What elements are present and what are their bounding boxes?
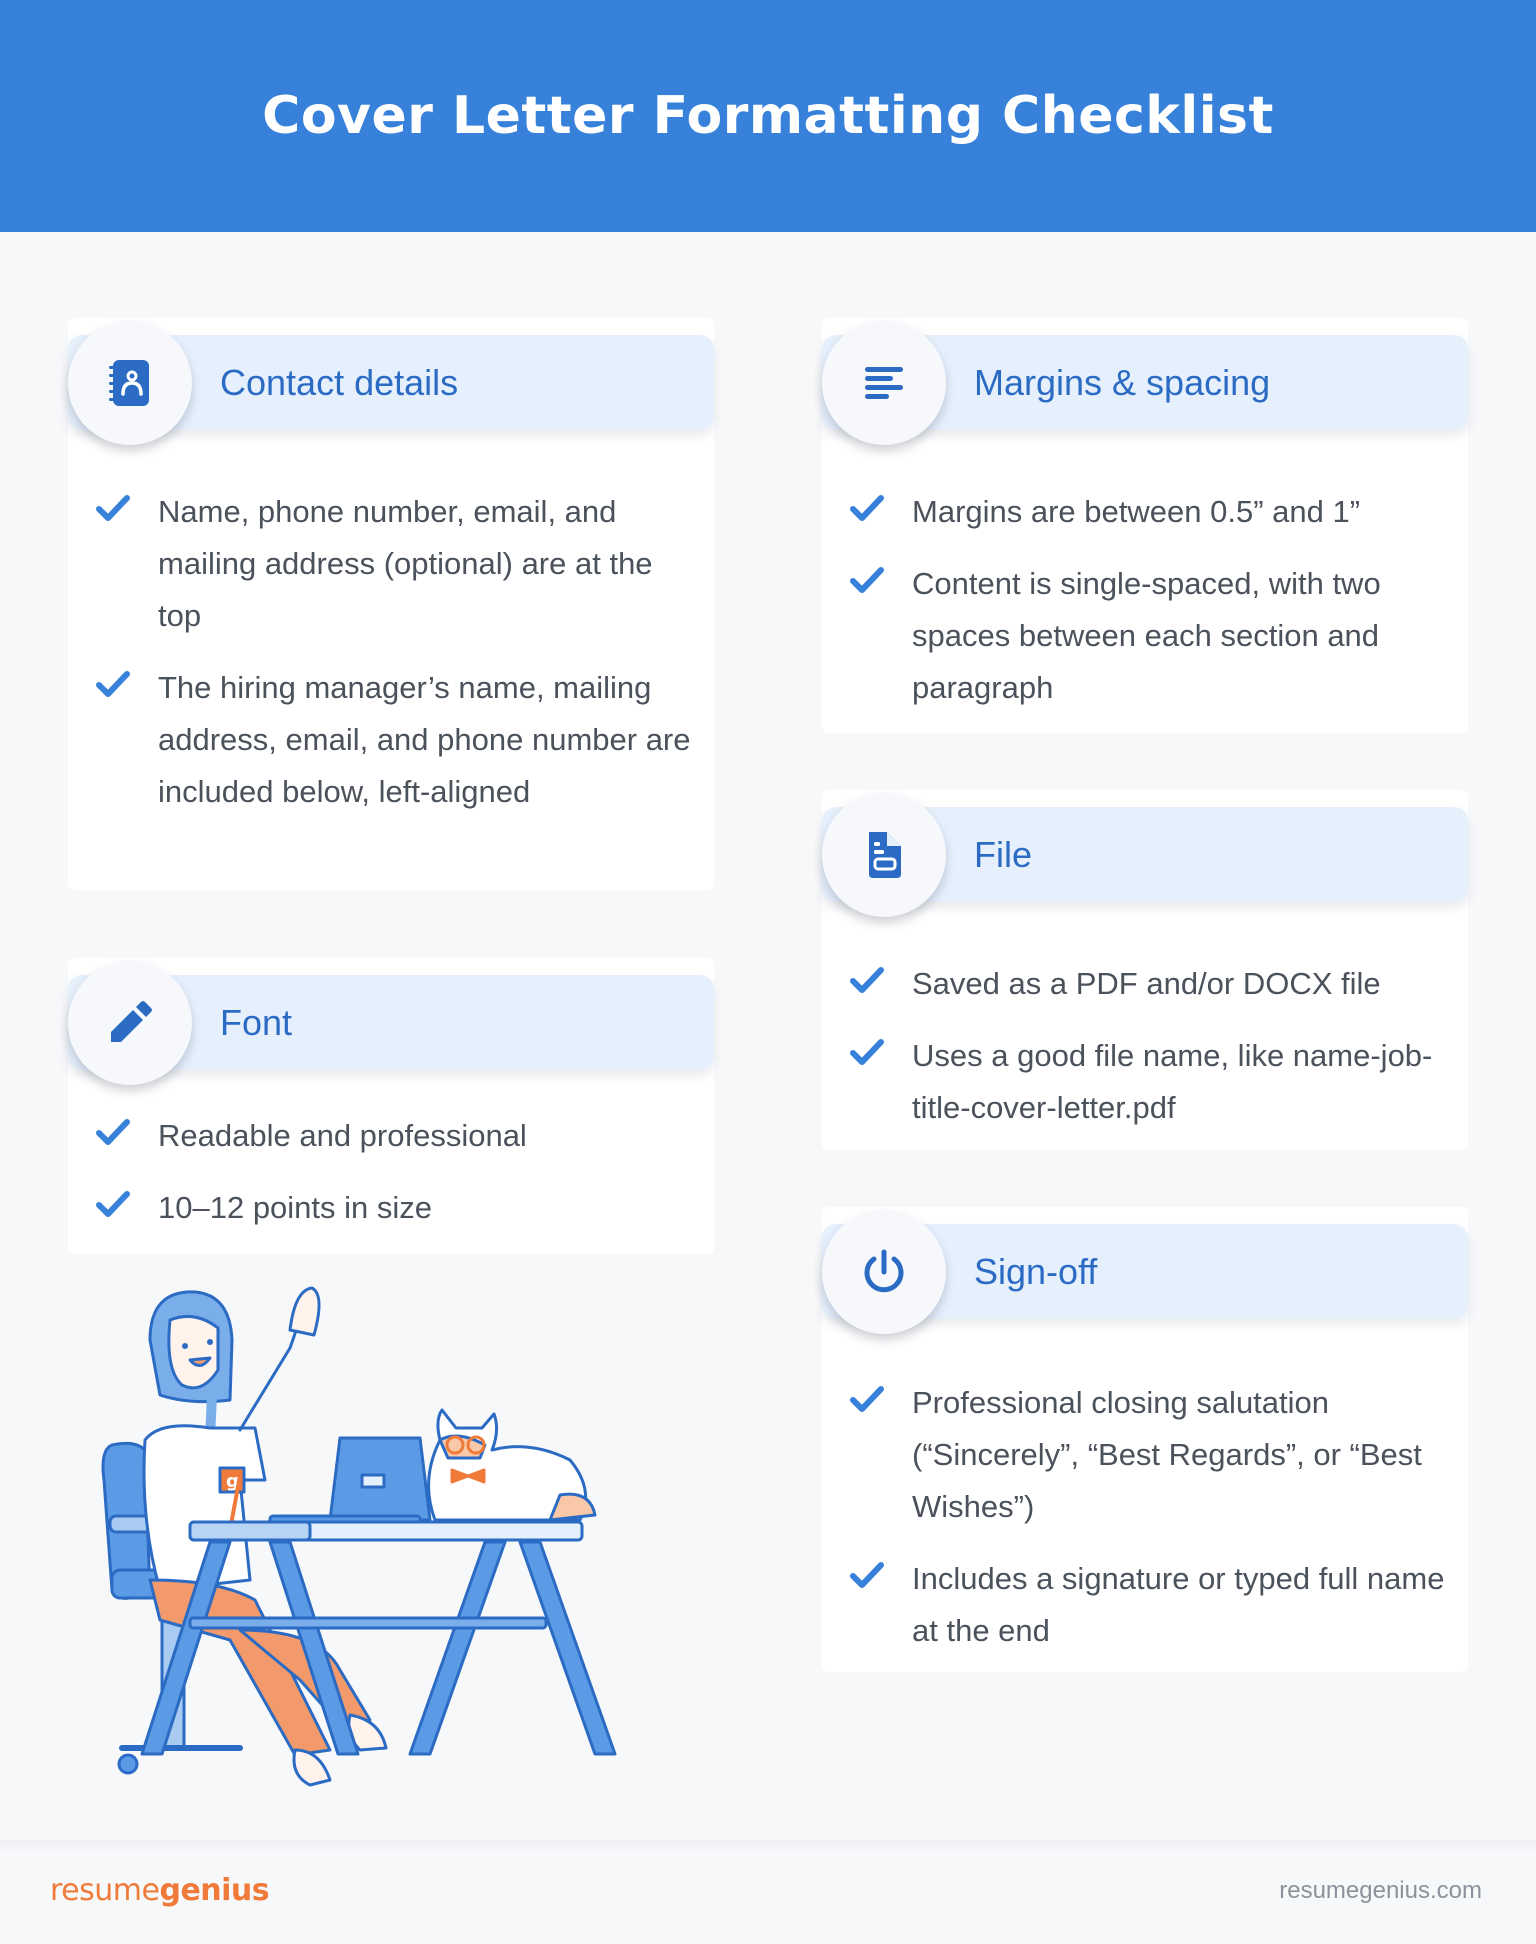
- header-banner: Cover Letter Formatting Checklist: [0, 0, 1536, 232]
- checklist-item: Professional closing salutation (“Sincer…: [850, 1377, 1448, 1533]
- illustration-woman-at-desk: g: [101, 1286, 617, 1787]
- section-title: Sign-off: [974, 1251, 1098, 1292]
- checkmark-icon: [96, 1191, 130, 1217]
- brand-logo: resumegenius: [50, 1873, 270, 1908]
- checkmark-icon: [850, 495, 884, 521]
- checklist: Readable and professional 10–12 points i…: [96, 1110, 694, 1254]
- checklist-item: Readable and professional: [96, 1110, 694, 1162]
- pencil-icon: [111, 1001, 152, 1042]
- section-sign-off: Sign-off Professional closing salutation…: [822, 1207, 1468, 1672]
- checklist: Professional closing salutation (“Sincer…: [850, 1377, 1448, 1677]
- icon-badge: [68, 961, 192, 1085]
- section-file: File Saved as a PDF and/or DOCX file Use…: [822, 790, 1468, 1150]
- checkmark-icon: [850, 967, 884, 993]
- section-title: Margins & spacing: [974, 362, 1271, 403]
- page-title: Cover Letter Formatting Checklist: [262, 86, 1274, 146]
- checklist-item: Margins are between 0.5” and 1”: [850, 486, 1448, 538]
- section-title: File: [974, 834, 1033, 875]
- checkmark-icon: [850, 567, 884, 593]
- checkmark-icon: [96, 495, 130, 521]
- footer-divider: [0, 1840, 1536, 1852]
- section-title: Contact details: [220, 362, 459, 403]
- desk-illustration: [140, 1520, 617, 1756]
- checklist-item: Name, phone number, email, and mailing a…: [96, 486, 694, 642]
- icon-badge: [822, 793, 946, 917]
- checkmark-icon: [96, 1119, 130, 1145]
- brand-logo-bold: genius: [159, 1873, 270, 1908]
- align-left-icon: [865, 367, 903, 399]
- icon-badge: [68, 321, 192, 445]
- checklist-item: Includes a signature or typed full name …: [850, 1553, 1448, 1657]
- checklist-item: Saved as a PDF and/or DOCX file: [850, 958, 1448, 1010]
- section-contact-details: Contact details Name, phone number, emai…: [68, 318, 714, 890]
- brand-logo-light: resume: [50, 1873, 160, 1908]
- checklist: Margins are between 0.5” and 1” Content …: [850, 486, 1448, 734]
- icon-badge: [822, 1210, 946, 1334]
- file-icon: [869, 832, 901, 878]
- contact-book-icon: [109, 360, 149, 406]
- checklist-item: Uses a good file name, like name-job-tit…: [850, 1030, 1448, 1134]
- checklist-item: The hiring manager’s name, mailing addre…: [96, 662, 694, 818]
- checklist: Saved as a PDF and/or DOCX file Uses a g…: [850, 958, 1448, 1154]
- laptop-illustration: [268, 1436, 432, 1526]
- checkmark-icon: [850, 1039, 884, 1065]
- icon-badge: [822, 321, 946, 445]
- site-url: resumegenius.com: [1279, 1877, 1482, 1904]
- section-font: Font Readable and professional 10–12 poi…: [68, 958, 714, 1254]
- section-margins-spacing: Margins & spacing Margins are between 0.…: [822, 318, 1468, 733]
- checklist: Name, phone number, email, and mailing a…: [96, 486, 694, 838]
- checklist-item: 10–12 points in size: [96, 1182, 694, 1234]
- checkmark-icon: [850, 1386, 884, 1412]
- cat-illustration: [427, 1408, 597, 1522]
- power-icon: [864, 1249, 904, 1293]
- checkmark-icon: [850, 1562, 884, 1588]
- checkmark-icon: [96, 671, 130, 697]
- section-title: Font: [220, 1002, 293, 1043]
- checklist-item: Content is single-spaced, with two space…: [850, 558, 1448, 714]
